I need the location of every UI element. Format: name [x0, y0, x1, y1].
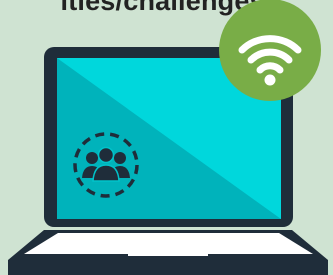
illustration: ities/challenges.: [0, 0, 333, 275]
laptop-illustration: [8, 0, 328, 275]
wifi-badge: [219, 0, 321, 101]
touchpad: [128, 246, 208, 256]
laptop-bottom-strip: [8, 260, 328, 275]
